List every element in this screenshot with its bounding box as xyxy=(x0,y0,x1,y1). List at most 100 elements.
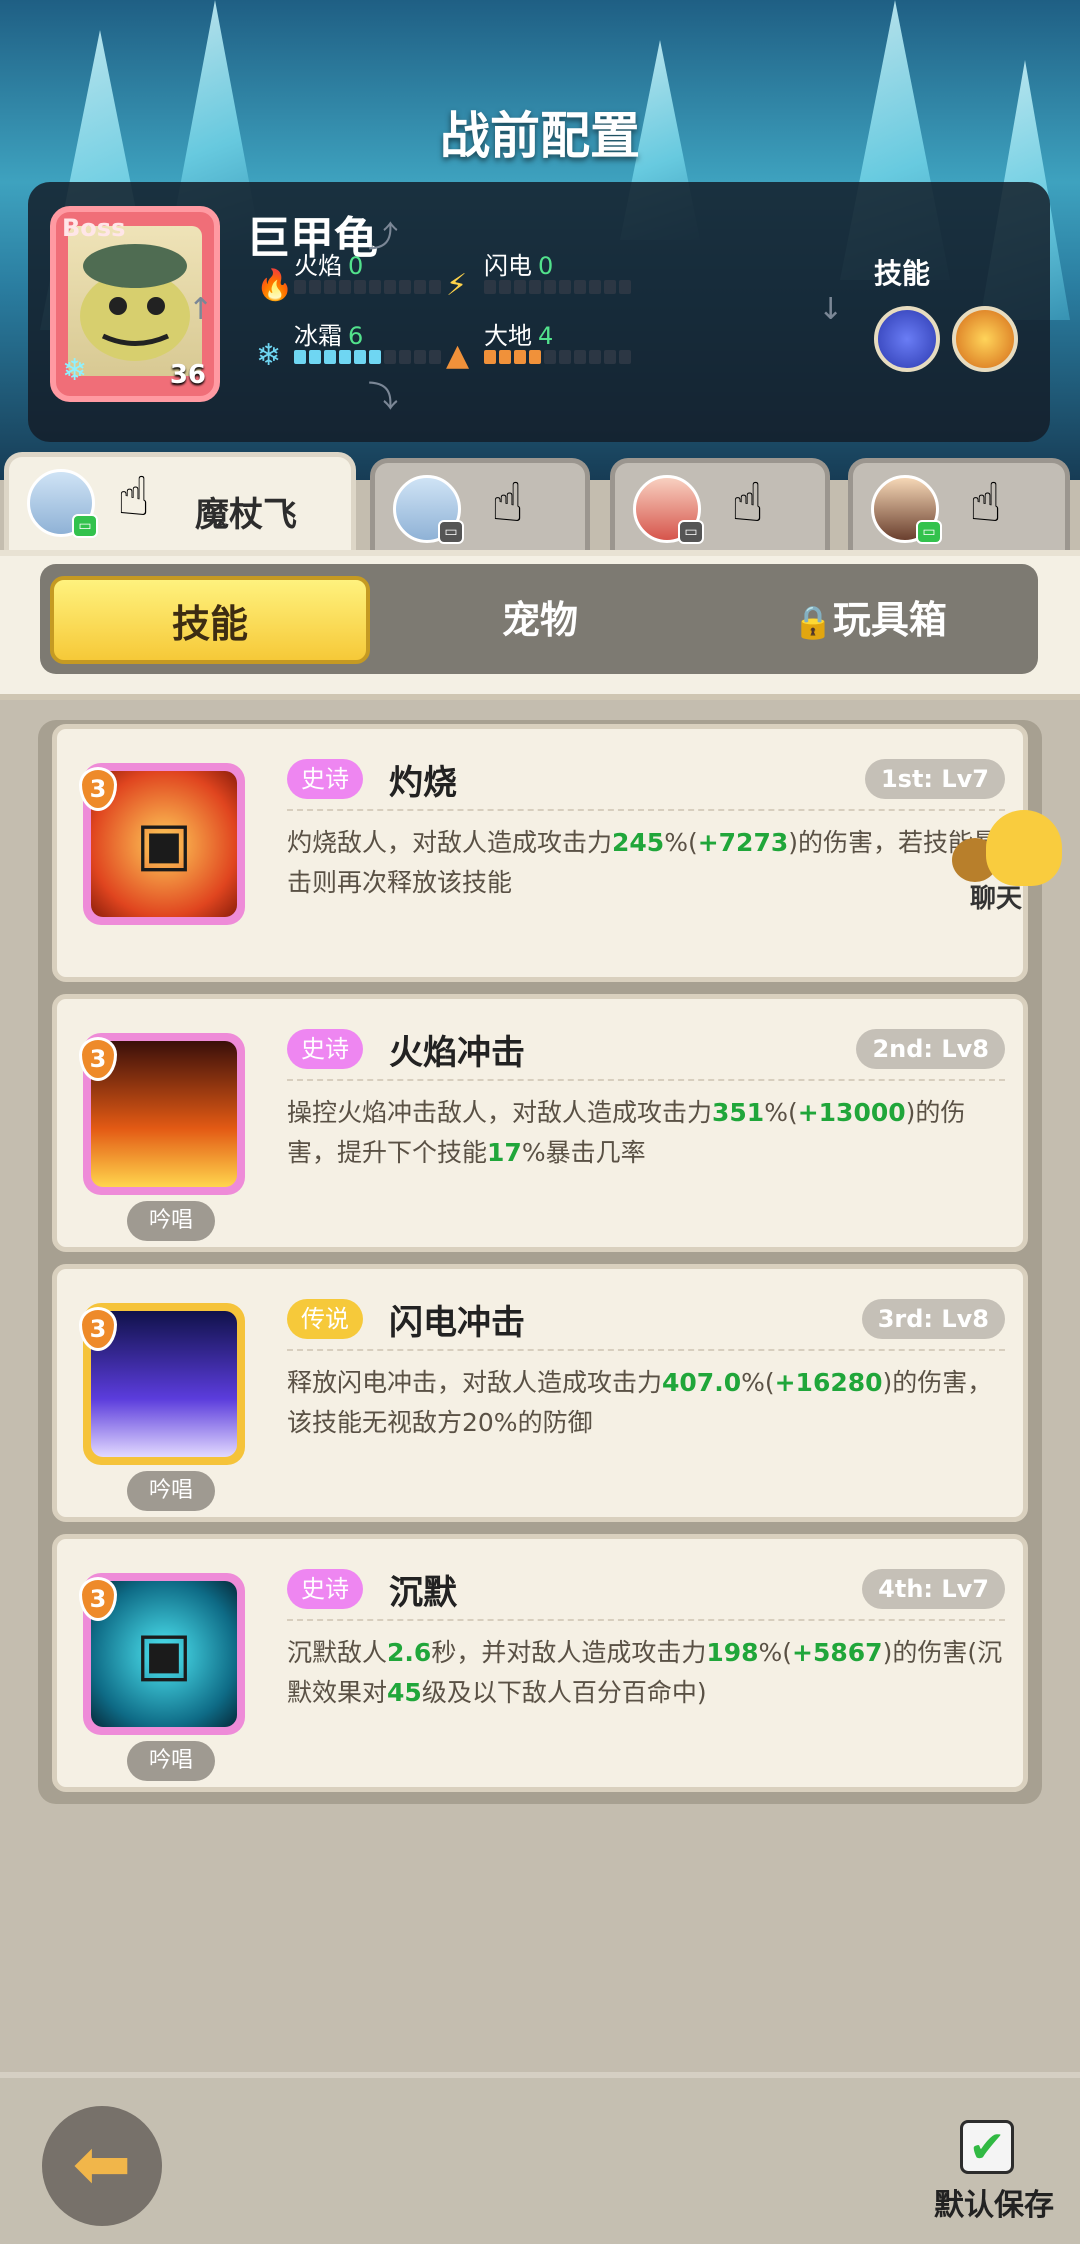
stat-bar-segment xyxy=(354,350,366,364)
stat-bar-segment xyxy=(324,280,336,294)
lock-icon: 🔒 xyxy=(793,603,833,641)
stat-bar-segment xyxy=(354,280,366,294)
chant-badge: 吟唱 xyxy=(127,1471,215,1511)
stat-bar-segment xyxy=(369,350,381,364)
hero-tab-4[interactable]: ▭ ☝ xyxy=(848,458,1070,552)
skill-level: 3rd: Lv8 xyxy=(861,1299,1005,1339)
lightning-icon: ⚡ xyxy=(446,268,468,303)
stat-bar-segment xyxy=(619,350,631,364)
skill-card[interactable]: 3 吟唱 史诗 火焰冲击 2nd: Lv8 操控火焰冲击敌人，对敌人造成攻击力3… xyxy=(52,994,1028,1252)
hero-avatar: ▭ xyxy=(633,475,704,544)
tab-toybox-label: 玩具箱 xyxy=(832,598,947,642)
hero-avatar: ▭ xyxy=(27,469,98,538)
stat-bar-segment xyxy=(574,350,586,364)
stat-bar-segment xyxy=(574,280,586,294)
stat-bar-segment xyxy=(324,350,336,364)
boss-level: 36 xyxy=(169,360,206,390)
stat-bar-segment xyxy=(294,280,306,294)
skill-description: 释放闪电冲击，对敌人造成攻击力407.0%(+16280)的伤害，该技能无视敌方… xyxy=(287,1368,993,1437)
stat-bar-segment xyxy=(559,280,571,294)
skill-card[interactable]: ▣ 3 史诗 灼烧 1st: Lv7 灼烧敌人，对敌人造成攻击力245%(+72… xyxy=(52,724,1028,982)
stat-bar-segment xyxy=(294,350,306,364)
stat-bar-segment xyxy=(589,350,601,364)
rarity-badge: 传说 xyxy=(287,1299,363,1339)
boss-skills-label: 技能 xyxy=(874,257,931,290)
skill-name: 沉默 xyxy=(389,1573,457,1613)
bottom-bar xyxy=(0,2072,1080,2244)
rotate-arrow-icon: ↑ xyxy=(188,292,214,327)
checkmark-icon: ✔ xyxy=(968,2122,1006,2173)
stat-bar-segment xyxy=(559,350,571,364)
boss-panel: Boss ❄ 36 巨甲龟 🔥 火焰 0 ⚡ 闪电 0 ❄ 冰霜 6 ▲ 大地 4 ⤴ ↑ ⤵ ↓ 技… xyxy=(28,182,1050,442)
divider xyxy=(287,1079,1005,1081)
rarity-badge: 史诗 xyxy=(287,1029,363,1069)
skill-card[interactable]: ▣ 3 吟唱 史诗 沉默 4th: Lv7 沉默敌人2.6秒，并对敌人造成攻击力… xyxy=(52,1534,1028,1792)
boss-skill-crown-icon[interactable] xyxy=(952,306,1018,372)
stat-bar-segment xyxy=(514,280,526,294)
rotate-arrow-icon: ⤴ xyxy=(368,220,398,255)
stat-bar xyxy=(484,350,631,364)
hero-tab-3[interactable]: ▭ ☝ xyxy=(610,458,830,552)
stat-bar-segment xyxy=(429,280,441,294)
stat-label: 大地 4 xyxy=(484,322,554,350)
stat-bar-segment xyxy=(399,350,411,364)
tab-pets[interactable]: 宠物 xyxy=(410,576,670,664)
stat-bar-segment xyxy=(414,350,426,364)
status-badge: ▭ xyxy=(72,514,98,538)
divider xyxy=(287,1619,1005,1621)
skill-name: 火焰冲击 xyxy=(389,1033,525,1073)
boss-skill-vortex-icon[interactable] xyxy=(874,306,940,372)
chant-badge: 吟唱 xyxy=(127,1201,215,1241)
stat-label: 闪电 0 xyxy=(484,252,554,280)
stat-bar-segment xyxy=(604,280,616,294)
divider xyxy=(287,809,1005,811)
stat-bar-segment xyxy=(589,280,601,294)
save-checkbox[interactable]: ✔ xyxy=(960,2120,1014,2174)
chat-button[interactable]: 聊天 xyxy=(946,810,1080,914)
skill-level: 2nd: Lv8 xyxy=(856,1029,1005,1069)
tap-hand-icon: ☝ xyxy=(491,471,524,534)
fire-icon: 🔥 xyxy=(256,268,294,303)
stat-bar-segment xyxy=(339,280,351,294)
stat-bar-segment xyxy=(529,350,541,364)
divider xyxy=(287,1349,1005,1351)
skill-name: 灼烧 xyxy=(389,763,457,803)
skill-level: 1st: Lv7 xyxy=(864,759,1005,799)
stat-bar-segment xyxy=(619,280,631,294)
hero-tab-2[interactable]: ▭ ☝ xyxy=(370,458,590,552)
chat-label: 聊天 xyxy=(970,884,1023,914)
skill-name: 闪电冲击 xyxy=(389,1303,525,1343)
stat-bar-segment xyxy=(484,280,496,294)
boss-avatar xyxy=(68,226,202,376)
stat-bar-segment xyxy=(499,280,511,294)
stat-label: 冰霜 6 xyxy=(294,322,364,350)
tab-skills[interactable]: 技能 xyxy=(50,576,370,664)
rotate-arrow-icon: ↓ xyxy=(818,292,844,327)
stat-bar-segment xyxy=(429,350,441,364)
tap-hand-icon: ☝ xyxy=(969,471,1002,534)
skill-level: 4th: Lv7 xyxy=(862,1569,1005,1609)
stat-bar-segment xyxy=(369,280,381,294)
status-badge: ▭ xyxy=(678,520,704,544)
hero-tabs: ▭ ☝ 魔杖飞 ▭ ☝ ▭ ☝ ▭ ☝ xyxy=(0,452,1080,552)
boss-tag: Boss xyxy=(62,214,126,242)
skill-description: 灼烧敌人，对敌人造成攻击力245%(+7273)的伤害，若技能暴击则再次释放该技… xyxy=(287,828,999,897)
chant-badge: 吟唱 xyxy=(127,1741,215,1781)
skill-description: 操控火焰冲击敌人，对敌人造成攻击力351%(+13000)的伤害，提升下个技能1… xyxy=(287,1098,966,1167)
mountain-icon: ▲ xyxy=(446,338,470,373)
save-label: 默认保存 xyxy=(934,2188,1054,2223)
stat-bar xyxy=(294,280,441,294)
snowflake-icon: ❄ xyxy=(256,338,282,373)
stat-bar-segment xyxy=(309,350,321,364)
back-button[interactable]: ⬅ xyxy=(42,2106,162,2226)
stat-bar-segment xyxy=(604,350,616,364)
rotate-arrow-icon: ⤵ xyxy=(368,380,398,415)
back-arrow-icon: ⬅ xyxy=(72,2123,132,2205)
stat-bar-segment xyxy=(514,350,526,364)
stat-bar-segment xyxy=(384,280,396,294)
hero-tab-1[interactable]: ▭ ☝ 魔杖飞 xyxy=(4,452,356,552)
tab-toybox[interactable]: 🔒玩具箱 xyxy=(720,576,1020,664)
skill-description: 沉默敌人2.6秒，并对敌人造成攻击力198%(+5867)的伤害(沉默效果对45… xyxy=(287,1638,1003,1707)
stat-bar-segment xyxy=(384,350,396,364)
skill-card[interactable]: 3 吟唱 传说 闪电冲击 3rd: Lv8 释放闪电冲击，对敌人造成攻击力407… xyxy=(52,1264,1028,1522)
